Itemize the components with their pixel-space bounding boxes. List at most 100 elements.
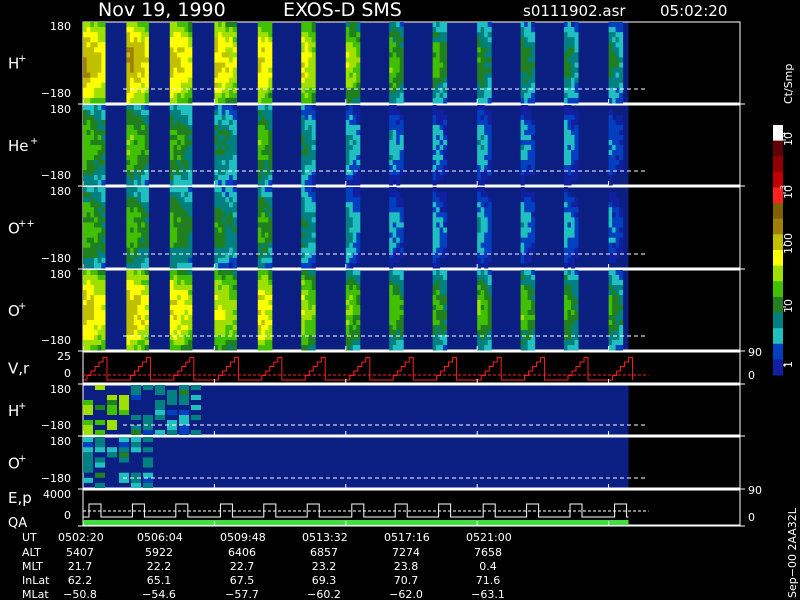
heatmap-cell <box>225 160 230 166</box>
heatmap-cell <box>520 37 525 43</box>
heatmap-cell <box>232 62 237 69</box>
heatmap-cell <box>308 275 313 281</box>
heatmap-cell <box>137 32 142 38</box>
heatmap-cell <box>439 242 444 249</box>
heatmap-cell <box>439 57 444 63</box>
heatmap-cell <box>229 135 234 141</box>
heatmap-cell <box>261 37 266 43</box>
heatmap-cell <box>169 242 174 249</box>
heatmap-cell <box>477 285 482 291</box>
heatmap-cell <box>225 227 230 234</box>
heatmap-cell <box>133 105 138 111</box>
heatmap-cell <box>126 247 131 254</box>
heatmap-cell <box>396 330 401 336</box>
heatmap-cell <box>126 222 131 228</box>
heatmap-cell <box>179 400 189 405</box>
heatmap-cell <box>301 165 306 171</box>
heatmap-cell <box>564 37 569 43</box>
heatmap-cell <box>94 130 99 136</box>
heatmap-cell <box>574 160 579 166</box>
heatmap-cell <box>94 165 99 171</box>
heatmap-cell <box>97 77 102 84</box>
heatmap-cell <box>261 130 266 136</box>
heatmap-cell <box>484 135 489 141</box>
heatmap-cell <box>218 222 223 228</box>
heatmap-cell <box>567 300 572 306</box>
heatmap-cell <box>480 150 485 156</box>
heatmap-cell <box>520 47 525 53</box>
heatmap-cell <box>484 212 489 218</box>
heatmap-cell <box>188 165 193 171</box>
heatmap-cell <box>392 110 397 116</box>
heatmap-cell <box>301 72 306 79</box>
heatmap-cell <box>567 335 572 341</box>
heatmap-cell <box>177 320 182 326</box>
heatmap-cell <box>229 207 234 213</box>
heatmap-cell <box>352 305 357 311</box>
ephem-row-label: InLat <box>22 574 50 587</box>
heatmap-cell <box>90 52 95 58</box>
heatmap-cell <box>94 232 99 239</box>
heatmap-cell <box>218 340 223 346</box>
heatmap-cell <box>389 120 394 126</box>
heatmap-cell <box>90 87 95 94</box>
heatmap-cell <box>86 165 91 171</box>
heatmap-cell <box>439 125 444 131</box>
heatmap-cell <box>257 290 262 296</box>
heatmap-cell <box>101 330 106 336</box>
heatmap-cell <box>574 345 579 351</box>
heatmap-cell <box>477 32 482 38</box>
heatmap-cell <box>520 290 525 296</box>
heatmap-cell <box>133 237 138 244</box>
ephem-cell: 62.2 <box>68 574 93 587</box>
heatmap-cell <box>484 217 489 223</box>
heatmap-cell <box>345 295 350 301</box>
heatmap-cell <box>352 67 357 74</box>
heatmap-cell <box>232 247 237 254</box>
heatmap-cell <box>130 62 135 69</box>
heatmap-cell <box>432 325 437 331</box>
heatmap-cell <box>480 197 485 203</box>
heatmap-cell <box>439 270 444 276</box>
heatmap-cell <box>352 280 357 286</box>
ephem-cell: 21.7 <box>68 560 93 573</box>
heatmap-cell <box>188 232 193 239</box>
heatmap-cell <box>345 47 350 53</box>
heatmap-cell <box>301 77 306 84</box>
heatmap-cell <box>141 315 146 321</box>
heatmap-cell <box>177 110 182 116</box>
heatmap-cell <box>301 135 306 141</box>
heatmap-cell <box>133 52 138 58</box>
heatmap-cell <box>480 305 485 311</box>
heatmap-cell <box>574 275 579 281</box>
heatmap-cell <box>304 197 309 203</box>
heatmap-cell <box>436 207 441 213</box>
heatmap-cell <box>619 247 624 254</box>
heatmap-cell <box>144 340 149 346</box>
heatmap-cell <box>301 120 306 126</box>
heatmap-cell <box>97 280 102 286</box>
heatmap-cell <box>169 125 174 131</box>
heatmap-cell <box>520 325 525 331</box>
heatmap-cell <box>301 57 306 63</box>
heatmap-cell <box>101 345 106 351</box>
heatmap-cell <box>574 37 579 43</box>
heatmap-cell <box>268 257 273 264</box>
heatmap-cell <box>349 92 354 99</box>
heatmap-cell <box>83 247 88 254</box>
heatmap-cell <box>126 92 131 99</box>
heatmap-cell <box>520 175 525 181</box>
heatmap-cell <box>608 340 613 346</box>
heatmap-cell <box>97 120 102 126</box>
heatmap-cell <box>612 295 617 301</box>
heatmap-cell <box>141 67 146 74</box>
heatmap-cell <box>311 57 316 63</box>
heatmap-cell <box>184 285 189 291</box>
heatmap-cell <box>264 315 269 321</box>
ephem-cell: 0521:00 <box>466 531 512 544</box>
heatmap-cell <box>261 315 266 321</box>
heatmap-cell <box>173 187 178 193</box>
heatmap-cell <box>141 320 146 326</box>
heatmap-cell <box>527 130 532 136</box>
heatmap-cell <box>477 270 482 276</box>
